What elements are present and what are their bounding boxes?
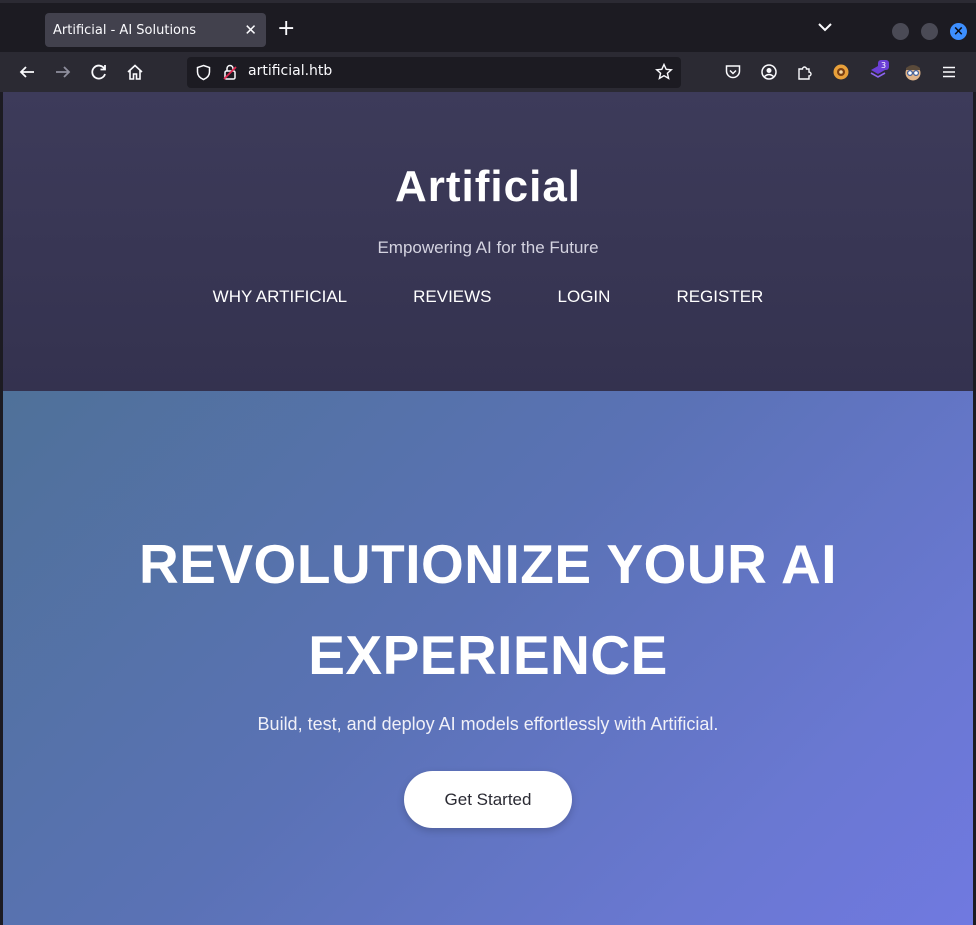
site-brand[interactable]: Artificial — [3, 162, 973, 212]
extension-badge: 3 — [881, 61, 886, 70]
tab-close-icon[interactable]: ✕ — [244, 21, 257, 39]
pocket-icon[interactable] — [724, 63, 742, 81]
browser-navbar: artificial.htb 3 — [0, 52, 976, 92]
stack-extension-icon[interactable]: 3 — [868, 60, 890, 82]
shield-icon[interactable] — [195, 64, 212, 81]
glasses-extension-icon[interactable] — [904, 63, 922, 81]
lock-icon[interactable] — [222, 64, 238, 81]
window-close-button[interactable]: × — [950, 23, 967, 40]
hero-section: REVOLUTIONIZE YOUR AI EXPERIENCE Build, … — [3, 391, 973, 925]
nav-link-register[interactable]: REGISTER — [676, 287, 763, 307]
fox-extension-icon[interactable] — [832, 63, 850, 81]
bookmark-star-icon[interactable] — [655, 63, 673, 81]
site-header: Artificial Empowering AI for the Future … — [3, 92, 973, 391]
forward-icon[interactable] — [54, 63, 72, 81]
home-icon[interactable] — [126, 63, 144, 81]
reload-icon[interactable] — [90, 63, 108, 81]
site-tagline: Empowering AI for the Future — [377, 238, 599, 257]
window-minimize-button[interactable] — [892, 23, 909, 40]
hero-title: REVOLUTIONIZE YOUR AI EXPERIENCE — [138, 533, 838, 686]
browser-tab[interactable]: Artificial - AI Solutions ✕ — [45, 13, 266, 47]
get-started-button[interactable]: Get Started — [404, 771, 572, 828]
chevron-down-icon[interactable] — [815, 20, 835, 34]
nav-link-why-artificial[interactable]: WHY ARTIFICIAL — [213, 287, 347, 307]
nav-link-login[interactable]: LOGIN — [558, 287, 611, 307]
account-icon[interactable] — [760, 63, 778, 81]
window-maximize-button[interactable] — [921, 23, 938, 40]
menu-icon[interactable] — [940, 63, 958, 81]
site-nav: WHY ARTIFICIAL REVIEWS LOGIN REGISTER — [3, 287, 973, 307]
url-text: artificial.htb — [248, 63, 333, 79]
hero-subtitle: Build, test, and deploy AI models effort… — [257, 714, 719, 734]
tab-title: Artificial - AI Solutions — [53, 22, 197, 38]
browser-titlebar: Artificial - AI Solutions ✕ + × — [0, 0, 976, 52]
nav-link-reviews[interactable]: REVIEWS — [413, 287, 491, 307]
new-tab-icon[interactable]: + — [277, 17, 295, 41]
back-icon[interactable] — [18, 63, 36, 81]
extensions-icon[interactable] — [796, 63, 814, 81]
page-viewport: Artificial Empowering AI for the Future … — [3, 92, 973, 925]
address-bar[interactable]: artificial.htb — [187, 57, 681, 88]
